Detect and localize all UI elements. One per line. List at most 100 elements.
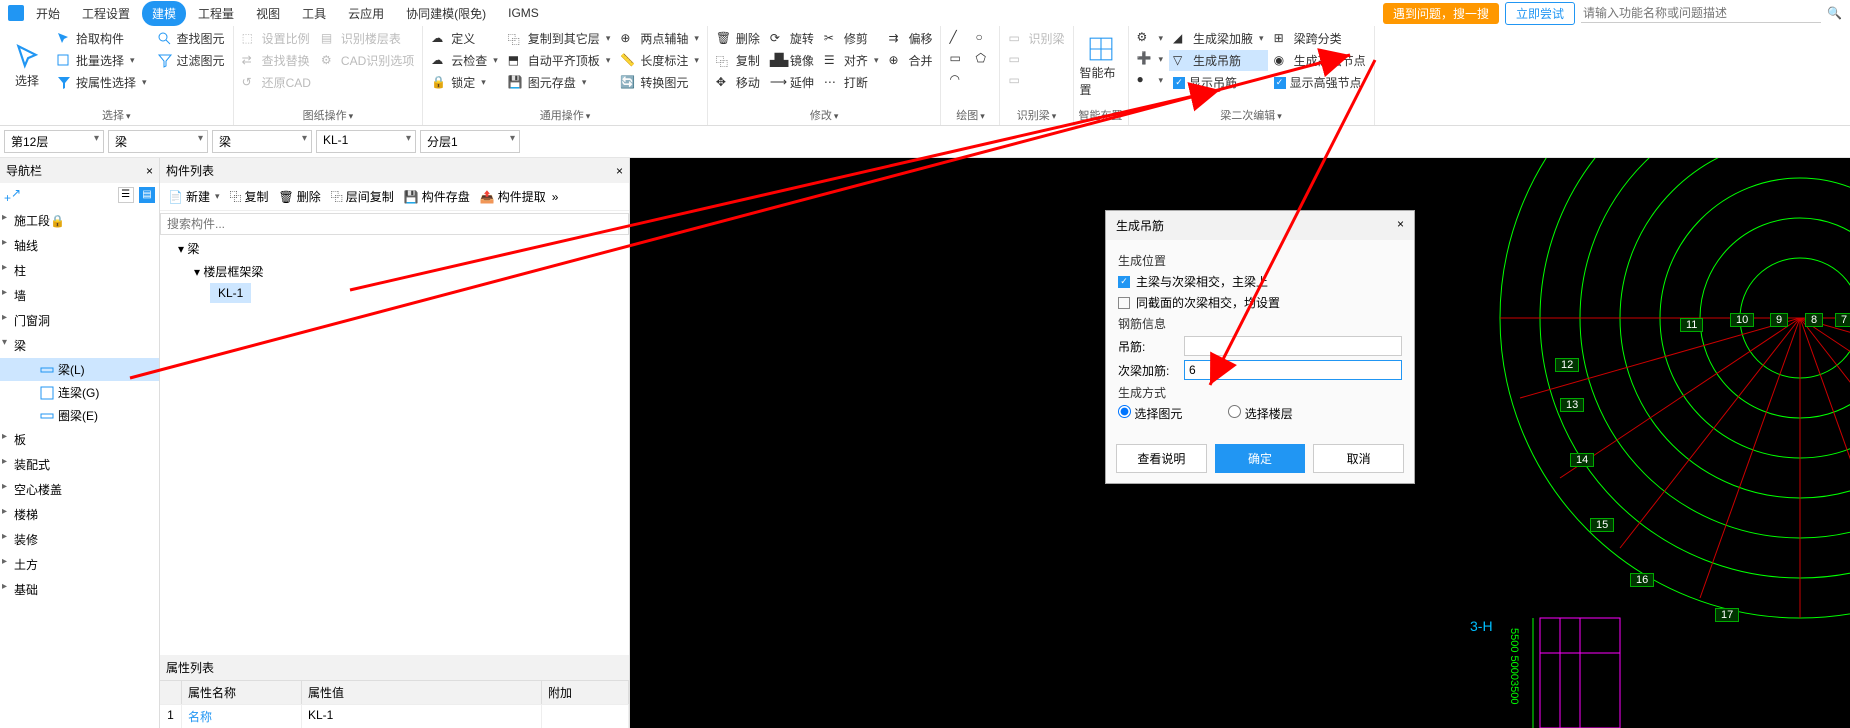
view-tree-icon[interactable]: ▤: [139, 187, 155, 203]
recognize-group-label[interactable]: 识别梁: [1004, 105, 1068, 125]
tab-tools[interactable]: 工具: [292, 1, 336, 26]
batch-select-button[interactable]: 批量选择: [52, 50, 151, 71]
new-button[interactable]: 📄新建: [164, 186, 224, 207]
tree-floor-frame-beam[interactable]: ▾ 楼层框架梁: [160, 260, 629, 283]
pick-component-button[interactable]: 拾取构件: [52, 28, 151, 49]
copy-to-layer-button[interactable]: ⿻复制到其它层: [504, 28, 615, 49]
smart-layout-button[interactable]: 智能布置: [1078, 28, 1124, 105]
draw-rect-button[interactable]: ▭: [945, 49, 969, 69]
prop-row-name[interactable]: 1 名称 KL-1: [160, 704, 629, 728]
search-icon[interactable]: 🔍: [1827, 6, 1842, 20]
tree-beam[interactable]: ▾ 梁: [160, 237, 629, 260]
find-element-button[interactable]: 查找图元: [153, 28, 229, 49]
nav-construction-section[interactable]: 施工段🔒: [0, 208, 159, 233]
offset-button[interactable]: ⇉偏移: [884, 28, 936, 49]
draw-poly-button[interactable]: ⬠: [971, 49, 995, 69]
nav-ring-beam[interactable]: 圈梁(E): [0, 404, 159, 427]
extract-comp-button[interactable]: 📤构件提取: [476, 186, 550, 207]
layer-copy-button[interactable]: ⿻层间复制: [327, 186, 398, 207]
select-group-label[interactable]: 选择: [4, 105, 229, 125]
two-point-axis-button[interactable]: ⊕两点辅轴: [616, 28, 703, 49]
tree-kl1[interactable]: KL-1: [210, 283, 251, 303]
nav-coupling-beam[interactable]: 连梁(G): [0, 381, 159, 404]
copy-button[interactable]: ⿻复制: [712, 50, 764, 71]
view-list-icon[interactable]: ☰: [118, 187, 134, 203]
checkbox-same-section[interactable]: [1118, 297, 1130, 309]
merge-button[interactable]: ⊕合并: [884, 50, 936, 71]
select-by-prop-button[interactable]: 按属性选择: [52, 72, 151, 93]
nav-decoration[interactable]: 装修: [0, 527, 159, 552]
show-high-strength-button[interactable]: ✓显示高强节点: [1270, 72, 1370, 93]
auto-align-top-button[interactable]: ⬒自动平齐顶板: [504, 50, 615, 71]
draw-circle-button[interactable]: ○: [971, 28, 995, 48]
draw-group-label[interactable]: 绘图: [945, 105, 995, 125]
delete-button[interactable]: 🗑删除: [712, 28, 764, 49]
nav-stair[interactable]: 楼梯: [0, 502, 159, 527]
filter-element-button[interactable]: 过滤图元: [153, 50, 229, 71]
edit-opt3-button[interactable]: ●: [1133, 70, 1168, 90]
view-help-button[interactable]: 查看说明: [1116, 444, 1207, 473]
nav-close-icon[interactable]: ×: [146, 164, 153, 178]
tab-quantity[interactable]: 工程量: [188, 1, 244, 26]
beam-edit-group-label[interactable]: 梁二次编辑: [1133, 105, 1370, 125]
cad-group-label[interactable]: 图纸操作: [238, 105, 419, 125]
nav-opening[interactable]: 门窗洞: [0, 308, 159, 333]
nav-add-icon[interactable]: +↗: [4, 186, 21, 205]
cloud-check-button[interactable]: ☁云检查: [427, 50, 502, 71]
show-stirrup-button[interactable]: ✓显示吊筋: [1169, 72, 1268, 93]
save-comp-button[interactable]: 💾构件存盘: [400, 186, 474, 207]
stirrup-input[interactable]: [1184, 336, 1402, 356]
nav-foundation[interactable]: 基础: [0, 577, 159, 602]
category-select[interactable]: 梁: [108, 130, 208, 153]
nav-wall[interactable]: 墙: [0, 283, 159, 308]
break-button[interactable]: ⋯打断: [820, 72, 883, 93]
nav-earthwork[interactable]: 土方: [0, 552, 159, 577]
tab-start[interactable]: 开始: [26, 1, 70, 26]
gen-high-strength-button[interactable]: ◉生成高强节点: [1270, 50, 1370, 71]
toolbar-more-icon[interactable]: »: [552, 190, 559, 204]
tab-igms[interactable]: IGMS: [498, 2, 549, 24]
nav-column[interactable]: 柱: [0, 258, 159, 283]
mirror-button[interactable]: ▟▙镜像: [766, 50, 818, 71]
common-group-label[interactable]: 通用操作: [427, 105, 703, 125]
define-button[interactable]: ☁定义: [427, 28, 502, 49]
checkbox-main-secondary[interactable]: ✓: [1118, 276, 1130, 288]
trim-button[interactable]: ✂修剪: [820, 28, 883, 49]
beam-span-classify-button[interactable]: ⊞梁跨分类: [1270, 28, 1370, 49]
align-button[interactable]: ☰对齐: [820, 50, 883, 71]
component-select[interactable]: KL-1: [316, 130, 416, 153]
type-select[interactable]: 梁: [212, 130, 312, 153]
cancel-button[interactable]: 取消: [1313, 444, 1404, 473]
secondary-rebar-input[interactable]: [1184, 360, 1402, 380]
extend-button[interactable]: ⟶延伸: [766, 72, 818, 93]
radio-select-element[interactable]: 选择图元: [1118, 405, 1182, 422]
nav-precast[interactable]: 装配式: [0, 452, 159, 477]
floor-select[interactable]: 第12层: [4, 130, 104, 153]
move-button[interactable]: ✥移动: [712, 72, 764, 93]
modify-group-label[interactable]: 修改: [712, 105, 937, 125]
nav-axis[interactable]: 轴线: [0, 233, 159, 258]
component-search-input[interactable]: [160, 213, 629, 235]
delete-comp-button[interactable]: 🗑删除: [275, 186, 325, 207]
convert-element-button[interactable]: 🔄转换图元: [616, 72, 703, 93]
rotate-button[interactable]: ⟳旋转: [766, 28, 818, 49]
nav-beam-l[interactable]: 梁(L): [0, 358, 159, 381]
dialog-close-icon[interactable]: ×: [1397, 217, 1404, 234]
layer-select[interactable]: 分层1: [420, 130, 520, 153]
component-list-close-icon[interactable]: ×: [616, 164, 623, 178]
draw-line-button[interactable]: ╱: [945, 28, 969, 48]
tab-view[interactable]: 视图: [246, 1, 290, 26]
prop-name-link[interactable]: 名称: [182, 705, 302, 728]
copy-comp-button[interactable]: ⿻复制: [226, 186, 273, 207]
tab-cloud[interactable]: 云应用: [338, 1, 394, 26]
edit-opt1-button[interactable]: ⚙: [1133, 28, 1168, 48]
nav-hollow-floor[interactable]: 空心楼盖: [0, 477, 159, 502]
ok-button[interactable]: 确定: [1215, 444, 1306, 473]
gen-beam-haunch-button[interactable]: ◢生成梁加腋: [1169, 28, 1268, 49]
prop-value-cell[interactable]: KL-1: [302, 705, 542, 728]
select-button[interactable]: 选择: [4, 28, 50, 105]
tab-project-settings[interactable]: 工程设置: [72, 1, 140, 26]
gen-stirrup-button[interactable]: ▽生成吊筋: [1169, 50, 1268, 71]
tab-modeling[interactable]: 建模: [142, 1, 186, 26]
help-search-pill[interactable]: 遇到问题，搜一搜: [1383, 3, 1499, 24]
